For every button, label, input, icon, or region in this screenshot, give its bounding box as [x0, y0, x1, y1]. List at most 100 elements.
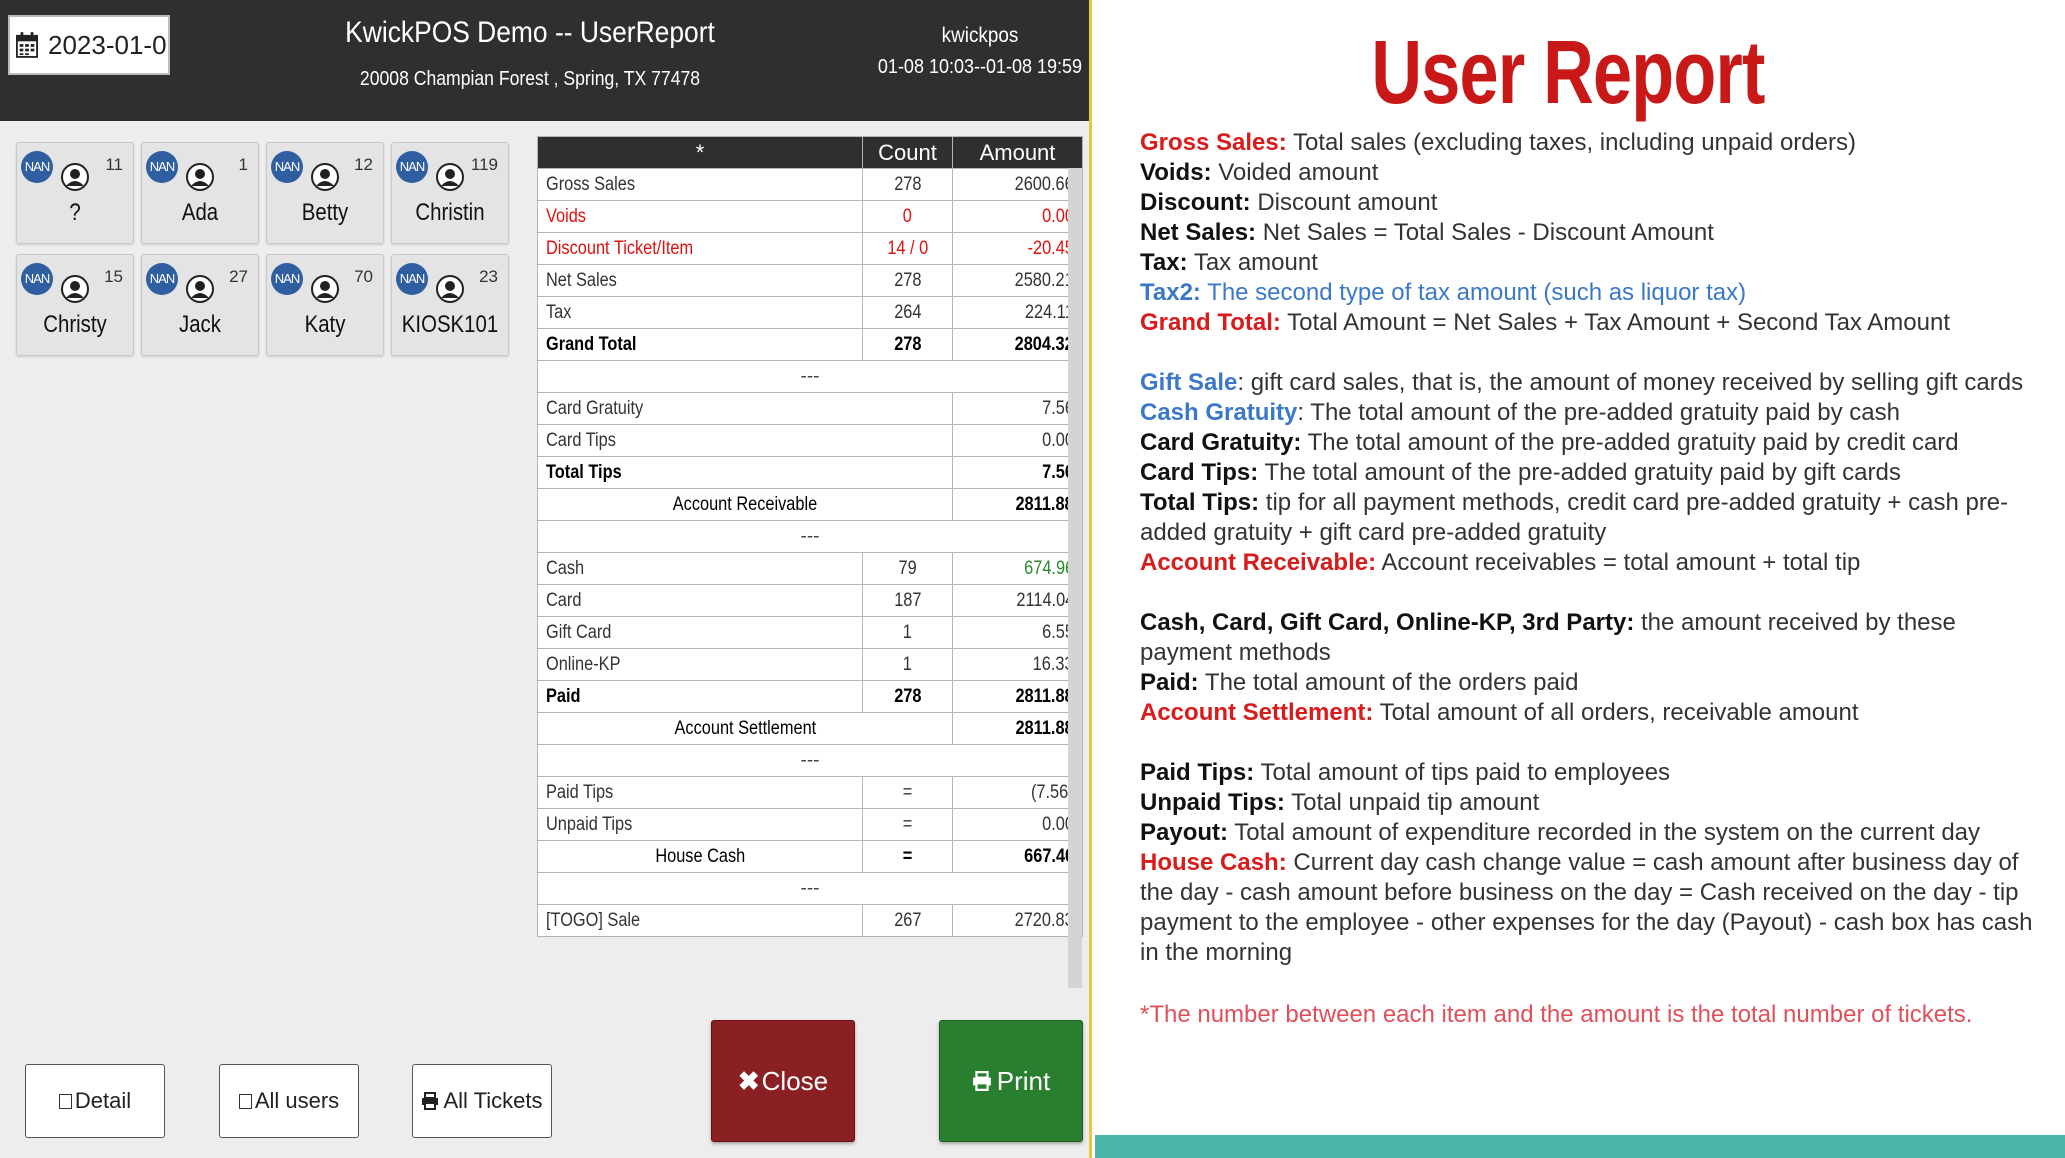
user-tile[interactable]: NAN 23 KIOSK101	[391, 254, 509, 356]
definition-term: Card Gratuity:	[1140, 429, 1302, 456]
close-label: Close	[761, 1065, 829, 1096]
user-avatar-icon	[61, 163, 89, 191]
user-badge: NAN	[271, 151, 303, 183]
user-tile[interactable]: NAN 70 Katy	[266, 254, 384, 356]
footer-bar	[1095, 1135, 2065, 1158]
user-tile[interactable]: NAN 1 Ada	[141, 142, 259, 244]
all-tickets-button[interactable]: All Tickets	[412, 1064, 552, 1138]
user-ticket-count: 15	[104, 267, 123, 286]
definition-term: Tax2:	[1140, 279, 1201, 306]
user-badge: NAN	[396, 151, 428, 183]
report-explanation: User Report Gross Sales: Total sales (ex…	[1095, 0, 2065, 1158]
row-cash: Cash 79 674.96	[537, 552, 1083, 585]
definition-item: Card Gratuity: The total amount of the p…	[1140, 428, 2040, 458]
print-label: Print	[996, 1065, 1051, 1096]
user-badge: NAN	[146, 263, 178, 295]
user-avatar-icon	[61, 275, 89, 303]
row-card-tips: Card Tips 0.00	[537, 424, 1083, 457]
definition-term: Voids:	[1140, 159, 1212, 186]
definition-term: Payout:	[1140, 819, 1229, 846]
definition-text: Total amount of all orders, receivable a…	[1373, 699, 1859, 726]
checkbox-icon[interactable]	[58, 1093, 72, 1109]
row-label: Net Sales	[546, 269, 617, 291]
date-input[interactable]	[46, 28, 168, 62]
row-tax: Tax 264 224.11	[537, 296, 1083, 329]
definition-term: House Cash:	[1140, 849, 1287, 876]
user-name: Betty	[301, 199, 349, 226]
row-label: [TOGO] Sale	[546, 909, 641, 931]
doc-title: User Report	[1371, 23, 1765, 123]
user-avatar-icon	[186, 275, 214, 303]
definition-item: Account Settlement: Total amount of all …	[1140, 698, 2040, 728]
user-ticket-count: 23	[479, 267, 498, 286]
row-amount: 2811.88	[1015, 493, 1074, 515]
user-badge: NAN	[396, 263, 428, 295]
store-address: 20008 Champian Forest , Spring, TX 77478	[359, 68, 701, 90]
definition-item: Payout: Total amount of expenditure reco…	[1140, 818, 2040, 848]
user-name: ?	[69, 199, 81, 226]
definition-item: House Cash: Current day cash change valu…	[1140, 848, 2040, 968]
user-tile[interactable]: NAN 119 Christin	[391, 142, 509, 244]
row-label: House Cash	[655, 845, 745, 867]
row-count: 278	[893, 269, 922, 291]
col-header-item: *	[537, 136, 863, 169]
account-name: kwickpos	[941, 24, 1019, 47]
definition-text: The total amount of the pre-added gratui…	[1258, 459, 1901, 486]
definition-text: Total amount of tips paid to employees	[1254, 759, 1671, 786]
user-tile[interactable]: NAN 11?	[16, 142, 134, 244]
row-count: 278	[893, 685, 922, 707]
row-unpaid-tips: Unpaid Tips = 0.00	[537, 808, 1083, 841]
row-gross-sales: Gross Sales 278 2600.66	[537, 168, 1083, 201]
row-net-sales: Net Sales 278 2580.21	[537, 264, 1083, 297]
definition-text: Total Amount = Net Sales + Tax Amount + …	[1280, 309, 1950, 336]
definition-term: Paid:	[1140, 669, 1199, 696]
all-users-toggle[interactable]: All users	[219, 1064, 359, 1138]
definition-text: Total amount of expenditure recorded in …	[1228, 819, 1981, 846]
printer-icon	[972, 1071, 991, 1091]
user-tile[interactable]: NAN 15 Christy	[16, 254, 134, 356]
user-tile[interactable]: NAN 27 Jack	[141, 254, 259, 356]
definition-text: Total unpaid tip amount	[1284, 789, 1540, 816]
user-name: Christy	[43, 311, 107, 338]
definition-item: Discount: Discount amount	[1140, 188, 2040, 218]
print-button[interactable]: Print	[939, 1020, 1083, 1142]
row-grand-total: Grand Total 278 2804.32	[537, 328, 1083, 361]
row-paid: Paid 278 2811.88	[537, 680, 1083, 713]
row-gift-card: Gift Card 1 6.55	[537, 616, 1083, 649]
row-count: 79	[898, 557, 917, 579]
row-paid-tips: Paid Tips = (7.56)	[537, 776, 1083, 809]
separator: ---	[537, 360, 1083, 393]
close-button[interactable]: ✖ Close	[711, 1020, 855, 1142]
definition-text: Discount amount	[1250, 189, 1438, 216]
user-badge: NAN	[21, 263, 53, 295]
row-separator: ---	[537, 744, 1083, 777]
checkbox-icon[interactable]	[238, 1093, 252, 1109]
user-name: Katy	[304, 311, 346, 338]
definition-text: Account receivables = total amount + tot…	[1376, 549, 1861, 576]
row-count: =	[902, 813, 913, 835]
row-count: =	[902, 781, 913, 803]
row-count: =	[902, 845, 913, 867]
detail-toggle[interactable]: Detail	[25, 1064, 165, 1138]
report-scrollbar[interactable]	[1068, 168, 1082, 988]
user-avatar-icon	[311, 275, 339, 303]
row-togo-sale: [TOGO] Sale 267 2720.83	[537, 904, 1083, 937]
row-label: Paid Tips	[546, 781, 614, 803]
calendar-icon[interactable]	[16, 31, 38, 59]
user-avatar-icon	[436, 163, 464, 191]
row-label: Account Receivable	[672, 493, 818, 515]
row-separator: ---	[537, 872, 1083, 905]
row-amount: 2580.21	[1014, 269, 1074, 291]
definition-term: Paid Tips:	[1140, 759, 1255, 786]
printer-icon	[422, 1092, 439, 1110]
row-count: 264	[893, 301, 922, 323]
definition-text: The second type of tax amount (such as l…	[1200, 279, 1747, 306]
row-count: 187	[893, 589, 922, 611]
pos-panel: KwickPOS Demo -- UserReport 20008 Champi…	[0, 0, 1092, 1158]
user-tile[interactable]: NAN 12 Betty	[266, 142, 384, 244]
row-house-cash: House Cash = 667.40	[537, 840, 1083, 873]
definition-text: : The total amount of the pre-added grat…	[1297, 399, 1900, 426]
date-picker[interactable]	[8, 15, 170, 75]
